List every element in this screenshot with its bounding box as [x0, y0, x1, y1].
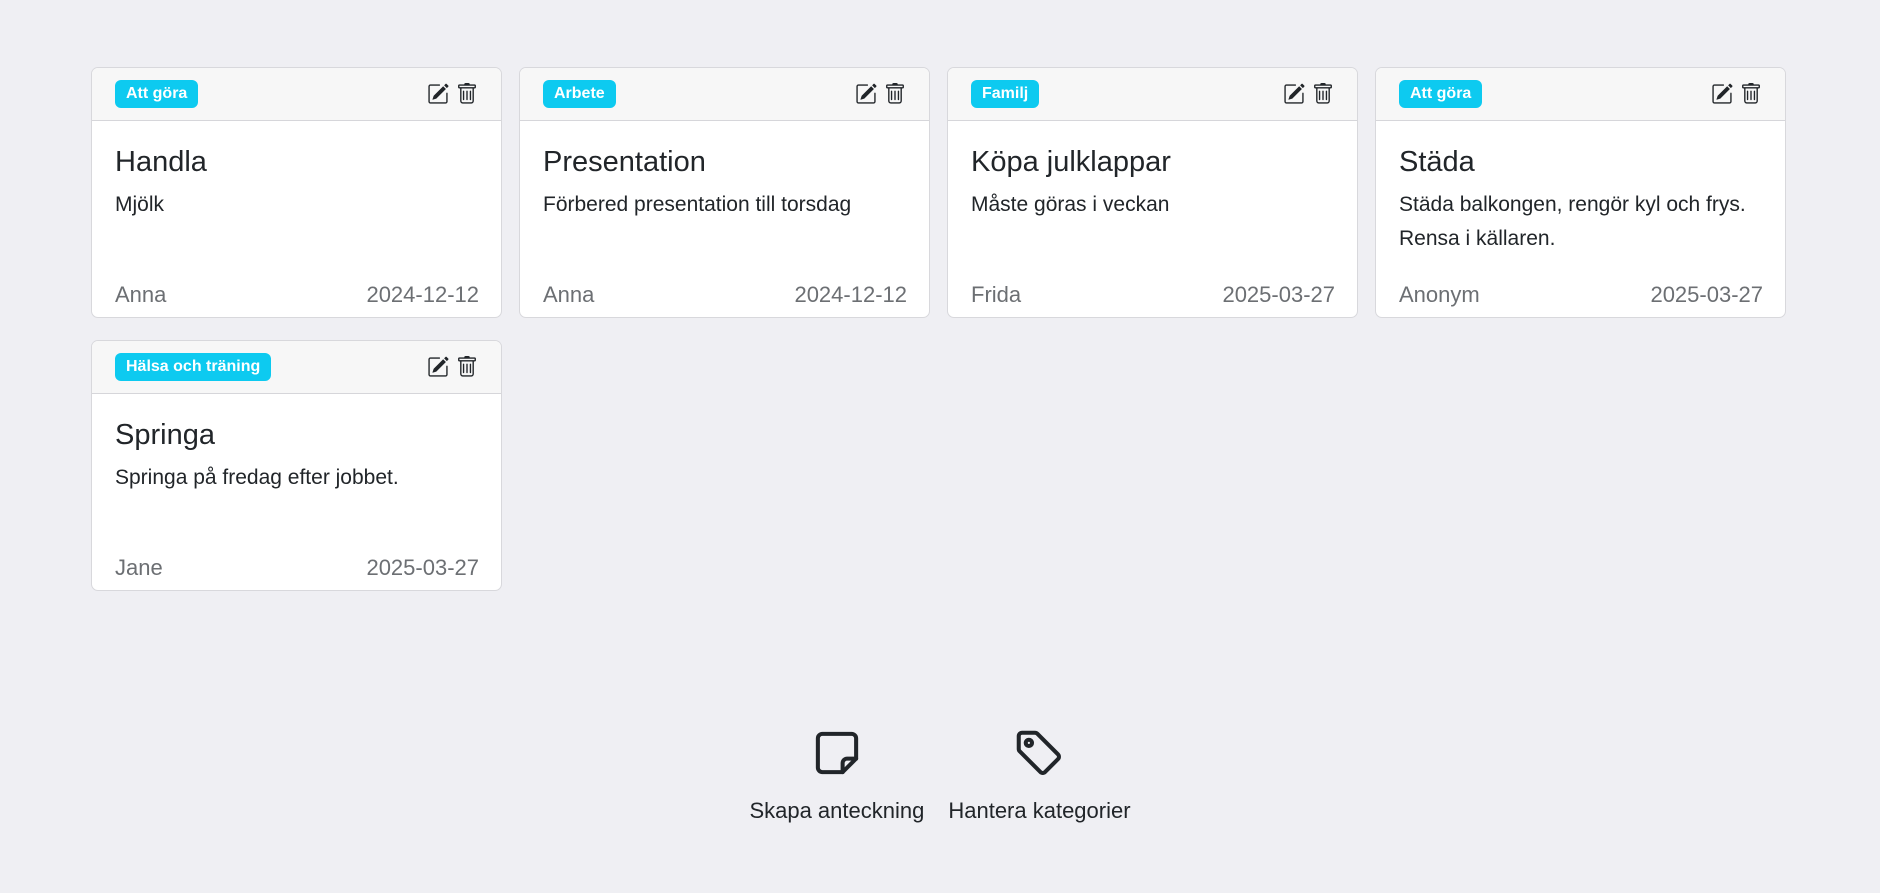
trash-icon[interactable]: [455, 355, 479, 379]
manage-categories-label: Hantera kategorier: [948, 798, 1131, 823]
note-text: Städa balkongen, rengör kyl och frys. Re…: [1399, 193, 1746, 250]
note-author: Anna: [543, 282, 595, 307]
notes-grid: Att göra Handla Mjölk Anna 2024-12-12 Ar…: [91, 67, 1789, 591]
note-card-body: Köpa julklappar Måste göras i veckan Fri…: [948, 121, 1357, 317]
category-badge: Hälsa och träning: [115, 353, 272, 381]
category-badge: Arbete: [543, 80, 616, 108]
note-title: Presentation: [543, 146, 706, 178]
note-date: 2025-03-27: [1650, 282, 1763, 307]
trash-icon[interactable]: [883, 82, 907, 106]
note-footer: Anonym 2025-03-27: [1399, 281, 1763, 309]
note-card: Att göra Städa Städa balkongen, rengör k…: [1375, 67, 1786, 318]
manage-categories-button[interactable]: Hantera kategorier: [948, 725, 1131, 825]
note-actions: [854, 82, 907, 106]
note-title: Städa: [1399, 146, 1475, 178]
note-author: Frida: [971, 282, 1022, 307]
note-footer: Anna 2024-12-12: [115, 281, 479, 309]
pencil-square-icon[interactable]: [1710, 82, 1734, 106]
create-note-button[interactable]: Skapa anteckning: [749, 725, 924, 825]
note-author: Anna: [115, 282, 167, 307]
note-footer: Jane 2025-03-27: [115, 554, 479, 582]
category-badge: Att göra: [1399, 80, 1483, 108]
create-note-label: Skapa anteckning: [749, 798, 925, 823]
note-footer: Anna 2024-12-12: [543, 281, 907, 309]
note-date: 2025-03-27: [366, 555, 479, 580]
note-card-body: Springa Springa på fredag efter jobbet. …: [92, 394, 501, 590]
note-card: Att göra Handla Mjölk Anna 2024-12-12: [91, 67, 502, 318]
bottom-actions: Skapa anteckning Hantera kategorier: [0, 725, 1880, 825]
sticky-note-icon: [809, 725, 865, 781]
category-badge: Familj: [971, 80, 1040, 108]
pencil-square-icon[interactable]: [426, 355, 450, 379]
note-card-header: Att göra: [1376, 68, 1785, 121]
note-date: 2025-03-27: [1222, 282, 1335, 307]
note-title: Handla: [115, 146, 207, 178]
note-card: Hälsa och träning Springa Springa på fre…: [91, 340, 502, 591]
trash-icon[interactable]: [1311, 82, 1335, 106]
note-text: Springa på fredag efter jobbet.: [115, 466, 399, 489]
trash-icon[interactable]: [455, 82, 479, 106]
trash-icon[interactable]: [1739, 82, 1763, 106]
pencil-square-icon[interactable]: [854, 82, 878, 106]
note-card-body: Presentation Förbered presentation till …: [520, 121, 929, 317]
note-card-header: Familj: [948, 68, 1357, 121]
category-badge: Att göra: [115, 80, 199, 108]
tag-icon: [1011, 725, 1067, 781]
note-actions: [426, 355, 479, 379]
note-card-header: Arbete: [520, 68, 929, 121]
note-author: Jane: [115, 555, 163, 580]
note-card-body: Städa Städa balkongen, rengör kyl och fr…: [1376, 121, 1785, 317]
note-footer: Frida 2025-03-27: [971, 281, 1335, 309]
note-card: Arbete Presentation Förbered presentatio…: [519, 67, 930, 318]
note-card-header: Hälsa och träning: [92, 341, 501, 394]
note-title: Springa: [115, 419, 215, 451]
note-text: Måste göras i veckan: [971, 193, 1170, 216]
note-title: Köpa julklappar: [971, 146, 1171, 178]
note-card: Familj Köpa julklappar Måste göras i vec…: [947, 67, 1358, 318]
pencil-square-icon[interactable]: [1282, 82, 1306, 106]
pencil-square-icon[interactable]: [426, 82, 450, 106]
note-actions: [1282, 82, 1335, 106]
note-text: Förbered presentation till torsdag: [543, 193, 852, 216]
note-date: 2024-12-12: [366, 282, 479, 307]
note-card-body: Handla Mjölk Anna 2024-12-12: [92, 121, 501, 317]
note-author: Anonym: [1399, 282, 1480, 307]
note-text: Mjölk: [115, 193, 165, 216]
note-actions: [426, 82, 479, 106]
note-actions: [1710, 82, 1763, 106]
note-card-header: Att göra: [92, 68, 501, 121]
note-date: 2024-12-12: [794, 282, 907, 307]
